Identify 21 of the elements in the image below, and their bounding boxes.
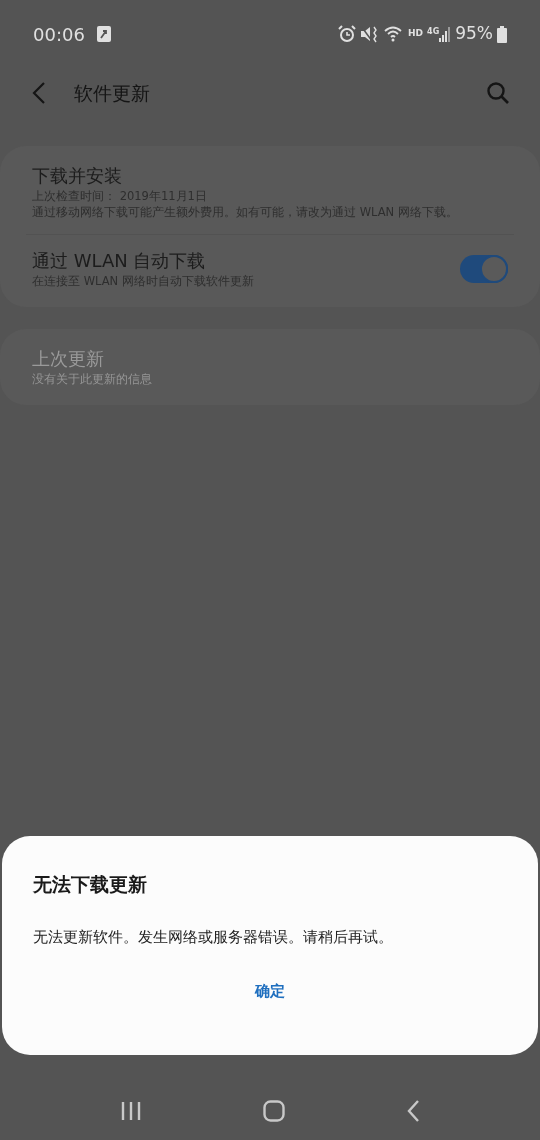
dialog-message: 无法更新软件。发生网络或服务器错误。请稍后再试。 bbox=[33, 927, 394, 947]
page-title: 软件更新 bbox=[74, 80, 150, 106]
search-icon[interactable] bbox=[486, 81, 510, 105]
alarm-icon bbox=[338, 25, 357, 43]
toggle-switch[interactable] bbox=[460, 255, 508, 283]
battery-percentage: 95% bbox=[455, 22, 493, 46]
dialog-title: 无法下载更新 bbox=[33, 872, 148, 897]
mute-vibrate-icon bbox=[360, 25, 379, 43]
setting-title: 上次更新 bbox=[32, 347, 105, 371]
setting-title: 下载并安装 bbox=[32, 164, 123, 188]
hd-label: HD bbox=[408, 27, 424, 41]
battery-icon bbox=[497, 25, 507, 43]
confirm-button[interactable]: 确定 bbox=[239, 976, 301, 1007]
clock: 00:06 bbox=[33, 22, 85, 47]
back-icon[interactable] bbox=[405, 1100, 420, 1122]
notification-icon bbox=[96, 26, 111, 42]
network-type: 4G bbox=[427, 26, 440, 38]
setting-title: 通过 WLAN 自动下载 bbox=[32, 249, 207, 273]
home-icon[interactable] bbox=[263, 1100, 285, 1122]
signal-icon bbox=[439, 26, 452, 42]
recent-apps-icon[interactable] bbox=[120, 1101, 143, 1121]
